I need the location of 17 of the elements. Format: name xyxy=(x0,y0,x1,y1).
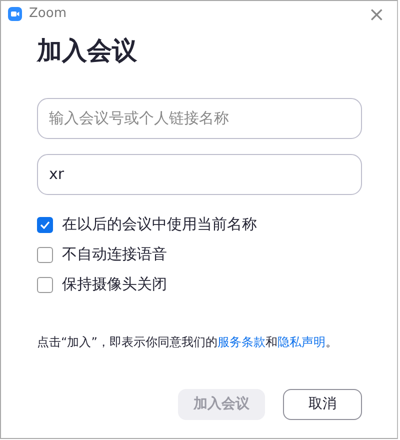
checkbox-label: 在以后的会议中使用当前名称 xyxy=(62,214,257,236)
terms-link[interactable]: 服务条款 xyxy=(217,334,266,348)
check-icon xyxy=(40,220,50,228)
checkbox[interactable] xyxy=(37,216,53,232)
name-field[interactable]: xr xyxy=(37,154,362,194)
terms-notice: 点击“加入”，即表示你同意我们的服务条款和隐私声明。 xyxy=(37,334,338,350)
window-title: Zoom xyxy=(29,5,66,24)
privacy-link[interactable]: 隐私声明 xyxy=(277,334,326,348)
meeting-id-field[interactable]: 输入会议号或个人链接名称 xyxy=(37,98,362,138)
checkbox[interactable] xyxy=(37,276,53,292)
checkbox[interactable] xyxy=(37,246,53,262)
video-camera-icon xyxy=(8,7,22,21)
dialog-heading: 加入会议 xyxy=(37,35,138,67)
checkbox-label: 保持摄像头关闭 xyxy=(62,274,167,296)
checkbox-label: 不自动连接语音 xyxy=(62,244,167,266)
close-button[interactable]: × xyxy=(364,4,389,24)
cancel-button[interactable]: 取消 xyxy=(283,388,362,420)
